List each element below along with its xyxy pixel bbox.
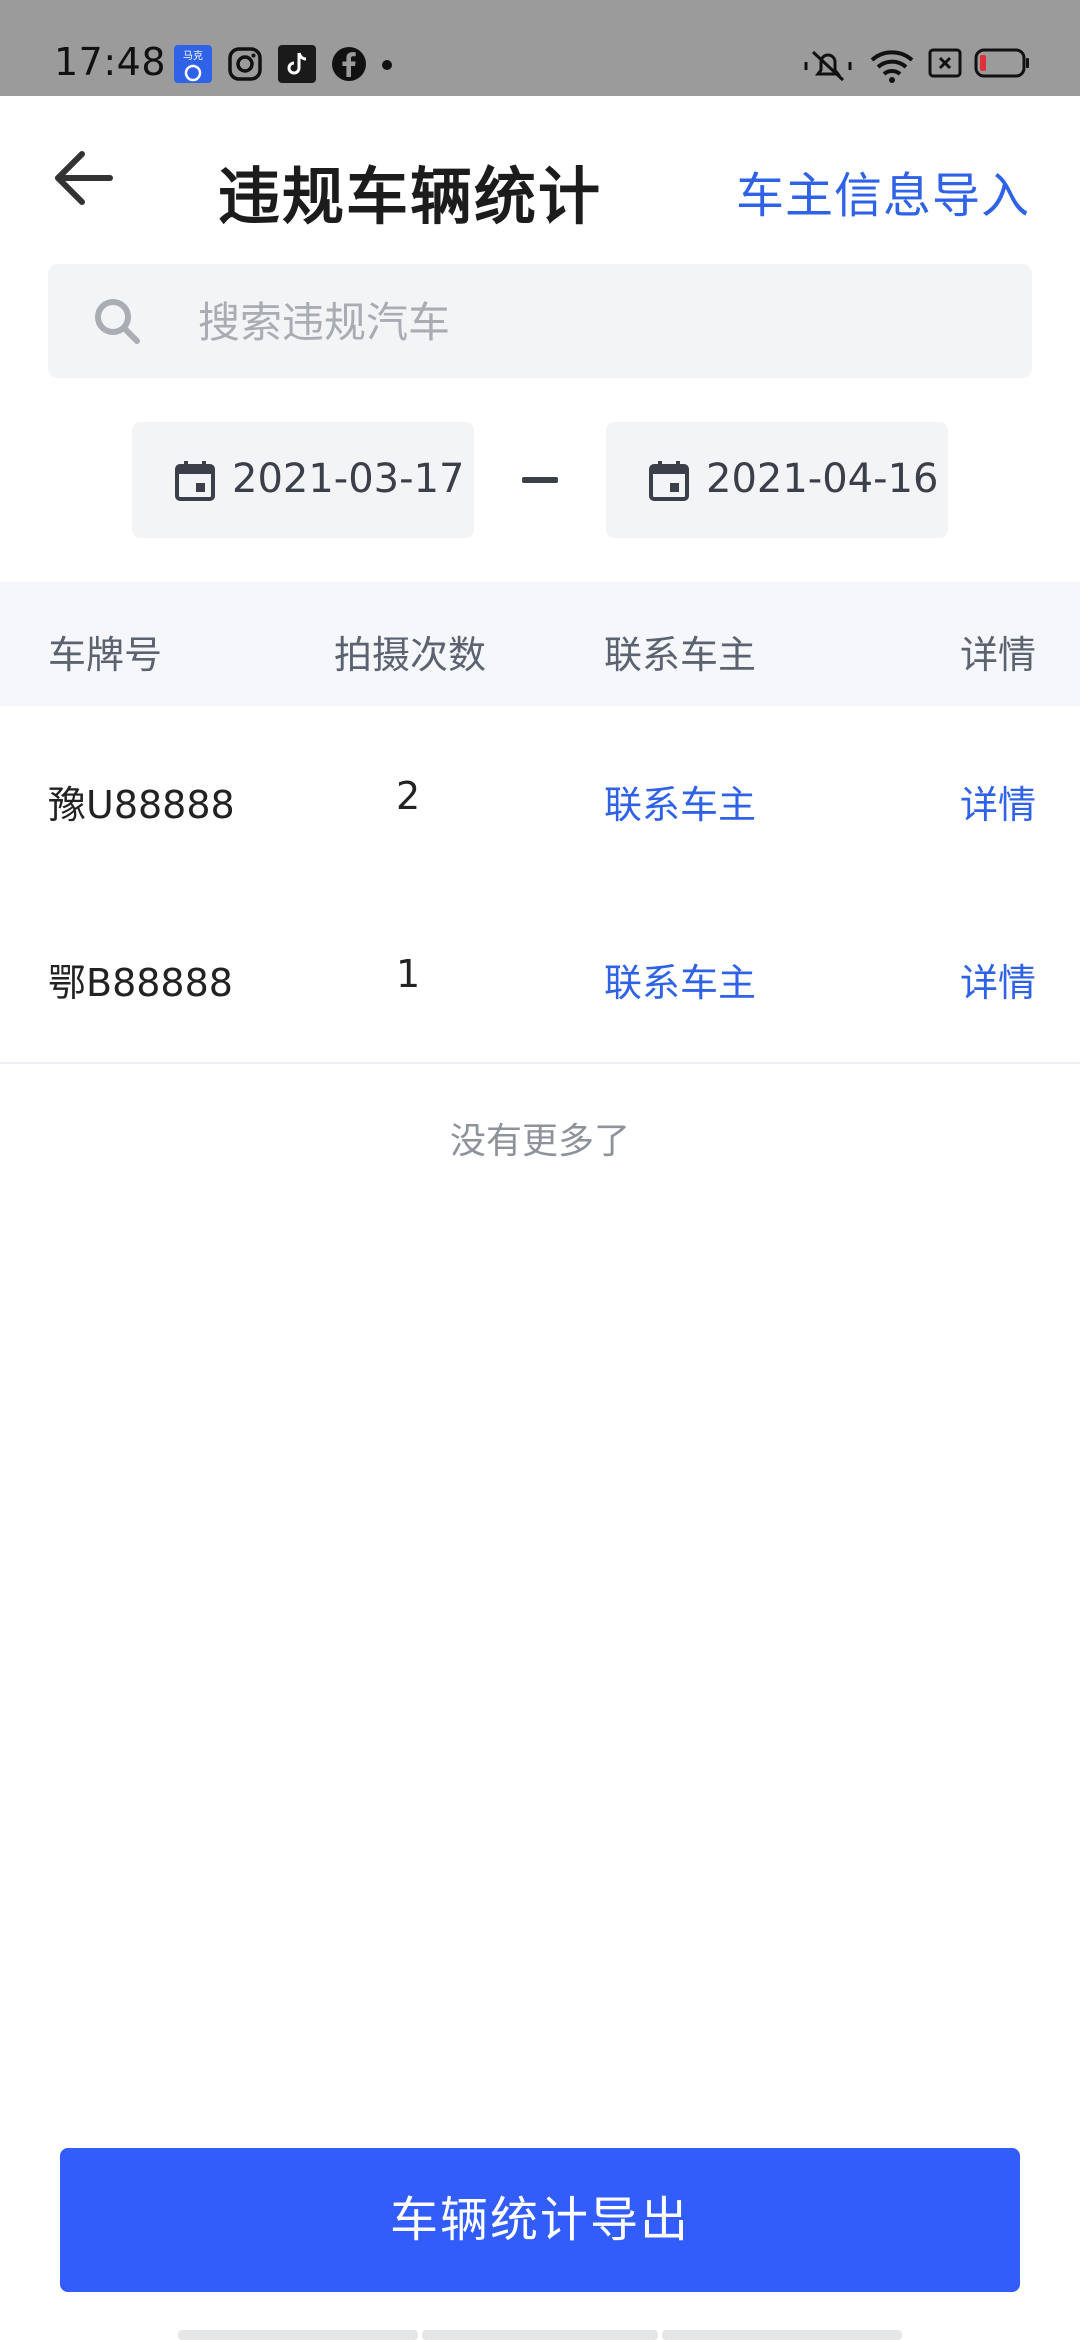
bottom-edge-segment [422, 2330, 658, 2340]
plate-number: 豫U88888 [48, 783, 235, 827]
table-row: 豫U88888 2 联系车主 详情 [0, 706, 1080, 886]
detail-link[interactable]: 详情 [960, 952, 1036, 1007]
status-bar: 17:48 马克 [0, 0, 1080, 96]
contact-owner-link[interactable]: 联系车主 [604, 952, 756, 1007]
column-header-detail: 详情 [960, 633, 1037, 677]
detail-link[interactable]: 详情 [960, 774, 1036, 829]
start-date-picker[interactable]: 2021-03-17 [132, 422, 474, 538]
notification-dot [382, 60, 392, 70]
capture-count: 1 [396, 952, 421, 996]
table-header: 车牌号 拍摄次数 联系车主 详情 [0, 582, 1080, 706]
facebook-icon [332, 47, 366, 81]
battery-icon [974, 48, 1029, 78]
end-date-picker[interactable]: 2021-04-16 [606, 422, 948, 538]
calendar-icon [175, 461, 215, 501]
instagram-icon [228, 47, 262, 81]
column-header-count: 拍摄次数 [334, 633, 487, 677]
search-input[interactable] [196, 284, 1000, 360]
table-row: 鄂B88888 1 联系车主 详情 [0, 884, 1080, 1064]
bottom-edge-segment [662, 2330, 902, 2340]
owner-info-import-button[interactable]: 车主信息导入 [736, 156, 1030, 226]
calendar-icon [649, 461, 689, 501]
search-bar[interactable] [48, 264, 1032, 378]
contact-owner-link[interactable]: 联系车主 [604, 774, 756, 829]
column-header-contact: 联系车主 [604, 633, 757, 677]
capture-count: 2 [396, 774, 421, 818]
status-time: 17:48 [54, 40, 167, 84]
plate-number: 鄂B88888 [48, 961, 233, 1005]
app-badge-icon: 马克 [174, 45, 212, 83]
mute-icon [804, 50, 852, 82]
page-title: 违规车辆统计 [218, 160, 603, 233]
start-date-text: 2021-03-17 [232, 456, 465, 502]
export-stats-button[interactable]: 车辆统计导出 [60, 2148, 1020, 2292]
column-header-plate: 车牌号 [48, 633, 163, 677]
no-more-text: 没有更多了 [449, 1121, 630, 1162]
sim-icon [928, 48, 962, 78]
back-arrow-icon[interactable] [50, 144, 118, 212]
date-range-separator [522, 477, 558, 483]
app-header: 违规车辆统计 车主信息导入 [0, 96, 1080, 266]
wifi-icon [870, 50, 914, 83]
search-icon [95, 299, 140, 344]
svg-text:马克: 马克 [183, 50, 203, 62]
tiktok-icon [278, 45, 316, 83]
bottom-edge-segment [178, 2330, 418, 2340]
end-date-text: 2021-04-16 [706, 456, 939, 502]
